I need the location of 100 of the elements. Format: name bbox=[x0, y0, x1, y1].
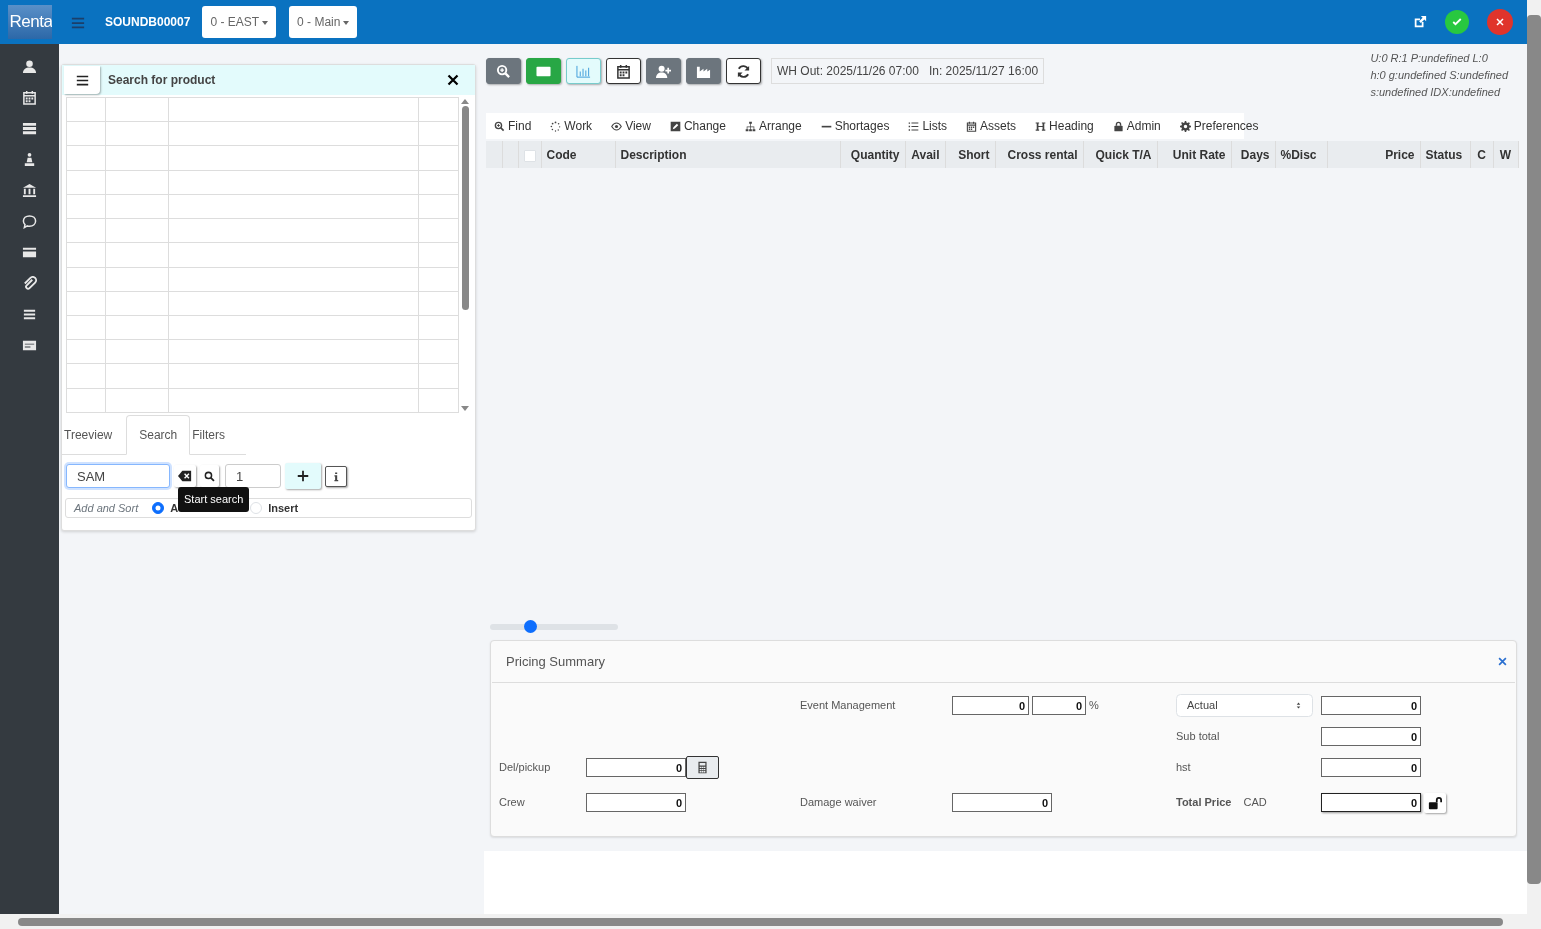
column-header[interactable]: Cross rental bbox=[995, 141, 1083, 168]
search-button[interactable] bbox=[200, 465, 219, 487]
column-header[interactable]: Status bbox=[1420, 141, 1470, 168]
money-button[interactable] bbox=[526, 58, 561, 84]
column-header[interactable]: %Disc bbox=[1275, 141, 1327, 168]
quantity-field[interactable]: 1 bbox=[225, 464, 281, 488]
credit-card-icon[interactable] bbox=[22, 245, 37, 260]
radio-button[interactable] bbox=[152, 502, 165, 514]
tab[interactable]: Search bbox=[126, 415, 191, 455]
statue-icon[interactable] bbox=[22, 152, 37, 167]
info-button[interactable] bbox=[325, 465, 347, 487]
plus-icon bbox=[297, 470, 309, 482]
field-label: Del/pickup bbox=[499, 760, 551, 776]
clear-button[interactable] bbox=[174, 465, 196, 487]
lock-icon bbox=[1112, 120, 1124, 132]
factory-button[interactable] bbox=[686, 58, 721, 84]
add-mode-label: Add and Sort bbox=[74, 500, 139, 516]
menu-item[interactable]: Change bbox=[669, 117, 726, 135]
user-icon[interactable] bbox=[22, 59, 37, 74]
refresh-icon bbox=[736, 63, 751, 79]
menu-item[interactable]: Lists bbox=[908, 117, 948, 135]
add-user-button[interactable] bbox=[646, 58, 681, 84]
close-icon[interactable] bbox=[447, 74, 459, 86]
menu-button[interactable] bbox=[64, 66, 100, 94]
field-label: Sub total bbox=[1176, 729, 1220, 745]
lock-button[interactable] bbox=[1424, 792, 1446, 813]
add-button[interactable] bbox=[285, 463, 321, 489]
column-header[interactable]: Quantity bbox=[840, 141, 905, 168]
calculator-button[interactable] bbox=[686, 756, 719, 779]
list-icon bbox=[908, 120, 920, 132]
debug-text: U:0 R:1 P:undefined L:0 bbox=[1370, 51, 1489, 66]
menu-item[interactable]: Arrange bbox=[744, 117, 802, 135]
menu-item[interactable]: Shortages bbox=[820, 117, 890, 135]
column-header[interactable]: Unit Rate bbox=[1157, 141, 1231, 168]
close-button[interactable] bbox=[1487, 9, 1513, 35]
radio-label: Insert bbox=[268, 500, 299, 516]
card-icon[interactable] bbox=[22, 338, 37, 353]
debug-text: h:0 g:undefined S:undefined bbox=[1370, 68, 1508, 83]
menu-item[interactable]: View bbox=[611, 117, 651, 135]
number-field[interactable]: 0 bbox=[1321, 758, 1421, 777]
number-field[interactable]: 0 bbox=[952, 793, 1052, 812]
bar-chart-icon bbox=[576, 63, 591, 79]
tab[interactable]: Filters bbox=[190, 415, 239, 454]
chat-icon[interactable] bbox=[22, 214, 37, 229]
menu-item[interactable]: Assets bbox=[966, 117, 1017, 135]
slider-thumb[interactable] bbox=[523, 620, 537, 633]
scrollbar[interactable] bbox=[1527, 0, 1541, 914]
column-header[interactable]: Avail bbox=[905, 141, 945, 168]
scrollbar[interactable] bbox=[0, 914, 1541, 929]
number-field[interactable]: 0 bbox=[1321, 793, 1421, 812]
calendar-icon[interactable] bbox=[22, 90, 37, 105]
menu-icon bbox=[71, 15, 85, 30]
basis-select[interactable]: Actual bbox=[1176, 694, 1313, 717]
field-label: Crew bbox=[499, 795, 525, 811]
column-header[interactable]: Code bbox=[541, 141, 615, 168]
refresh-button[interactable] bbox=[726, 58, 761, 84]
calculator-icon bbox=[696, 761, 709, 774]
dropdown[interactable]: 0 - EAST bbox=[202, 6, 277, 38]
menu-item[interactable]: Find bbox=[494, 117, 532, 135]
number-field[interactable]: 0 bbox=[1032, 696, 1086, 715]
field-label: hst bbox=[1176, 760, 1191, 776]
menu-item[interactable]: Heading bbox=[1035, 117, 1094, 135]
column-header[interactable]: Description bbox=[615, 141, 840, 168]
check-icon bbox=[1451, 16, 1463, 28]
tab[interactable]: Treeview bbox=[62, 415, 127, 454]
zoom-button[interactable] bbox=[486, 58, 521, 84]
edit-icon bbox=[669, 120, 681, 132]
column-header[interactable]: Short bbox=[945, 141, 995, 168]
menu-item[interactable]: Admin bbox=[1112, 117, 1161, 135]
menu-item[interactable]: Preferences bbox=[1179, 117, 1259, 135]
list-icon[interactable] bbox=[22, 307, 37, 322]
card-title: Pricing Summary bbox=[506, 652, 605, 671]
search-icon bbox=[204, 470, 215, 482]
logo[interactable]: Renta bbox=[7, 5, 52, 39]
column-header[interactable]: W bbox=[1493, 141, 1518, 168]
search-field[interactable]: SAM bbox=[66, 464, 170, 488]
number-field[interactable]: 0 bbox=[586, 758, 686, 777]
confirm-button[interactable] bbox=[1445, 10, 1469, 34]
column-header[interactable]: Price bbox=[1327, 141, 1420, 168]
number-field[interactable]: 0 bbox=[1321, 727, 1421, 746]
hierarchy-icon bbox=[744, 120, 756, 132]
zoom-icon bbox=[494, 120, 505, 132]
paperclip-icon[interactable] bbox=[22, 276, 37, 291]
calendar-icon bbox=[616, 63, 631, 79]
table-icon[interactable] bbox=[22, 121, 37, 136]
external-link-icon[interactable] bbox=[1413, 15, 1427, 29]
calendar-button[interactable] bbox=[606, 58, 641, 84]
checkbox[interactable] bbox=[523, 149, 536, 162]
calendar-icon bbox=[966, 120, 978, 132]
number-field[interactable]: 0 bbox=[952, 696, 1029, 715]
column-header bbox=[486, 141, 502, 168]
number-field[interactable]: 0 bbox=[586, 793, 686, 812]
column-header[interactable]: C bbox=[1470, 141, 1493, 168]
menu-item[interactable]: Work bbox=[550, 117, 593, 135]
unit-label: % bbox=[1089, 698, 1099, 714]
number-field[interactable]: 0 bbox=[1321, 696, 1421, 715]
column-header[interactable]: Quick T/A bbox=[1083, 141, 1157, 168]
column-header[interactable]: Days bbox=[1231, 141, 1275, 168]
dropdown[interactable]: 0 - Main bbox=[289, 6, 358, 38]
bank-icon[interactable] bbox=[22, 183, 37, 198]
